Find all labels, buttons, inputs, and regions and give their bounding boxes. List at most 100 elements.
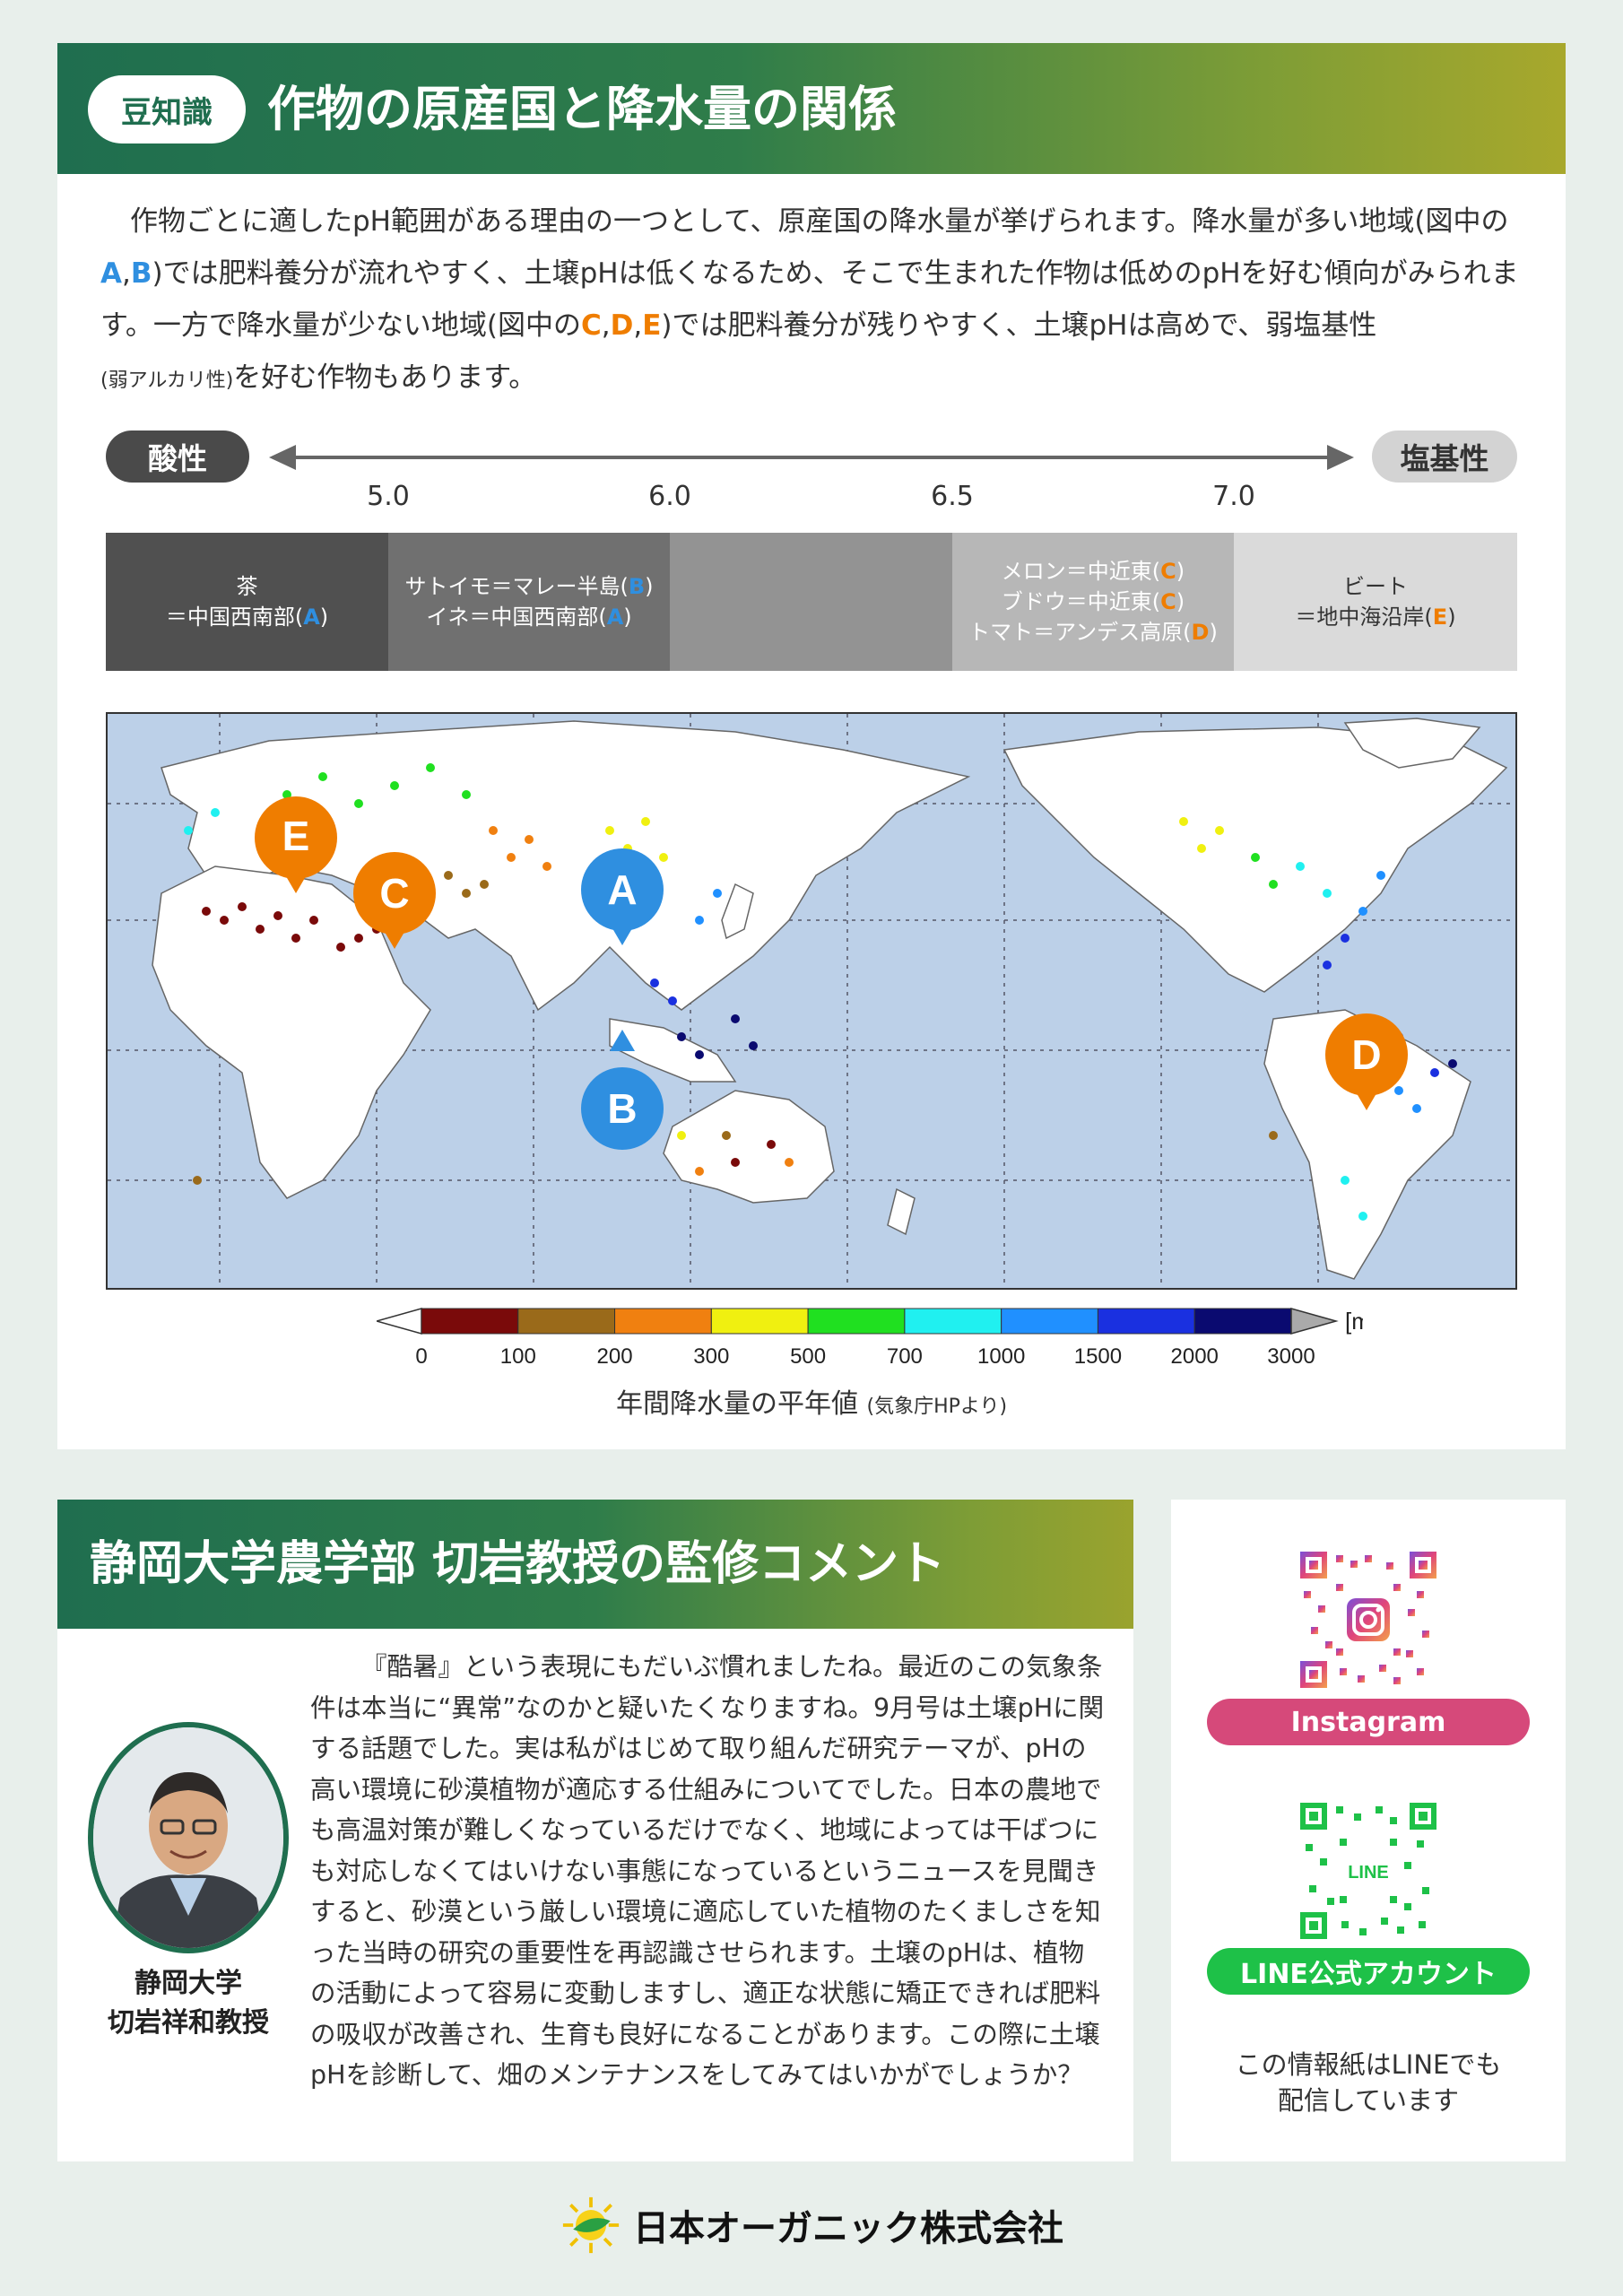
- pin-label: A: [607, 866, 637, 913]
- crop-text: トマト＝アンデス高原(: [968, 620, 1192, 645]
- crop-text: イネ＝中国西南部(: [426, 604, 607, 630]
- sun-leaf-icon: [562, 2196, 620, 2254]
- precipitation-world-map: E C A B D: [106, 712, 1517, 1290]
- crop-text: メロン＝中近東(: [1001, 559, 1161, 584]
- region-letter: B: [628, 574, 646, 599]
- legend-value-label: 2000: [1171, 1344, 1219, 1369]
- legend-swatch: [904, 1308, 1002, 1335]
- acid-label: 酸性: [106, 430, 249, 483]
- legend-value-label: 500: [790, 1344, 826, 1369]
- crop-origin-line: ＝地中海沿岸(E): [1295, 602, 1455, 632]
- crop-text-close: ): [1447, 604, 1456, 630]
- line-qr-code[interactable]: LINE: [1300, 1803, 1436, 1939]
- region-letter: E: [1432, 604, 1448, 630]
- section-title: 作物の原産国と降水量の関係: [267, 81, 897, 137]
- comment-title: 静岡大学農学部 切岩教授の監修コメント: [90, 1537, 946, 1591]
- ph-segment-text: メロン＝中近東(C) ブドウ＝中近東(C) トマト＝アンデス高原(D): [968, 556, 1218, 648]
- line-note-line2: 配信しています: [1277, 2085, 1460, 2116]
- pin-label: D: [1351, 1031, 1381, 1078]
- region-letter: C: [1160, 559, 1176, 584]
- instagram-button[interactable]: Instagram: [1207, 1699, 1530, 1745]
- precipitation-legend: 0 100 200 300 500 700 1000 1500 2000 3000 [mm]: [377, 1308, 1363, 1369]
- comment-paragraph: 『酷暑』という表現にもだいぶ慣れましたね。最近のこの気象条件は本当に“異常”なの…: [310, 1652, 1105, 2090]
- legend-swatch: [1001, 1308, 1098, 1335]
- line-button[interactable]: LINE公式アカウント: [1207, 1948, 1530, 1995]
- crop-text: ＝地中海沿岸(: [1295, 604, 1433, 630]
- crop-text-close: ): [1209, 620, 1218, 645]
- ph-segment: ビート ＝地中海沿岸(E): [1234, 533, 1517, 671]
- crop-origin-line: ＝中国西南部(A): [166, 602, 328, 632]
- crop-text-close: ): [1176, 589, 1185, 614]
- crop-origin-line: メロン＝中近東(C): [968, 556, 1218, 587]
- professor-full-name: 切岩祥和教授: [108, 2007, 269, 2039]
- legend-value-label: 3000: [1267, 1344, 1315, 1369]
- legend-swatch: [517, 1308, 616, 1335]
- legend-swatch: [807, 1308, 906, 1335]
- legend-swatch: [421, 1308, 519, 1335]
- line-icon-text: LINE: [1348, 1863, 1389, 1883]
- line-note: この情報紙はLINEでも 配信しています: [1171, 2047, 1566, 2118]
- region-letter: A: [303, 604, 320, 630]
- legend-values: 0 100 200 300 500 700 1000 1500 2000 3000: [415, 1344, 1315, 1369]
- legend-swatch: [710, 1308, 809, 1335]
- crop-origin-line: 茶: [166, 571, 328, 602]
- legend-swatch: [1097, 1308, 1195, 1335]
- legend-value-label: 200: [597, 1344, 633, 1369]
- crop-origin-line: サトイモ＝マレー半島(B): [404, 571, 653, 602]
- crop-text: 茶: [236, 574, 258, 599]
- ph-tick: 7.0: [1212, 481, 1255, 512]
- region-letter: A: [606, 604, 624, 630]
- ph-segment: 茶 ＝中国西南部(A): [106, 533, 388, 671]
- instagram-qr-code[interactable]: [1300, 1552, 1436, 1688]
- crop-text-close: ): [1176, 559, 1185, 584]
- crop-origin-line: トマト＝アンデス高原(D): [968, 617, 1218, 648]
- crop-text: ブドウ＝中近東(: [1001, 589, 1161, 614]
- professor-portrait: [88, 1722, 289, 1953]
- legend-value-label: 100: [500, 1344, 536, 1369]
- crop-text: サトイモ＝マレー半島(: [404, 574, 629, 599]
- legend-swatch: [1193, 1308, 1292, 1335]
- ph-tick: 6.0: [648, 481, 691, 512]
- ph-segment: サトイモ＝マレー半島(B) イネ＝中国西南部(A): [388, 533, 670, 671]
- legend-swatch: [614, 1308, 712, 1335]
- crop-text-close: ): [623, 604, 632, 630]
- pin-label: C: [379, 870, 409, 917]
- intro-text: 作物ごとに適したpH範囲がある理由の一つとして、原産国の降水量が挙げられます。降…: [100, 205, 1519, 394]
- crop-text-close: ): [319, 604, 329, 630]
- line-note-line1: この情報紙はLINEでも: [1235, 2049, 1502, 2080]
- crop-text: ＝中国西南部(: [165, 604, 304, 630]
- ph-segment-text: 茶 ＝中国西南部(A): [166, 571, 328, 632]
- portrait-illustration: [93, 1727, 283, 1948]
- ph-tick: 5.0: [367, 481, 410, 512]
- legend-value-label: 0: [415, 1344, 427, 1369]
- legend-unit: [mm]: [1345, 1308, 1363, 1335]
- base-label: 塩基性: [1372, 430, 1517, 483]
- ph-segment-text: サトイモ＝マレー半島(B) イネ＝中国西南部(A): [404, 571, 653, 632]
- comment-text: 『酷暑』という表現にもだいぶ慣れましたね。最近のこの気象条件は本当に“異常”なの…: [310, 1647, 1108, 2096]
- ph-tick: 6.5: [931, 481, 974, 512]
- company-name: 日本オーガニック株式会社: [633, 2208, 1063, 2249]
- legend-caption: 年間降水量の平年値 (気象庁HPより): [615, 1388, 1008, 1420]
- crop-origin-line: ブドウ＝中近東(C): [968, 587, 1218, 617]
- professor-name: 静岡大学 切岩祥和教授: [81, 1964, 296, 2043]
- legend-value-label: 300: [693, 1344, 729, 1369]
- legend-value-label: 1000: [977, 1344, 1025, 1369]
- crop-text: ビート: [1343, 574, 1408, 599]
- ph-segment: メロン＝中近東(C) ブドウ＝中近東(C) トマト＝アンデス高原(D): [952, 533, 1234, 671]
- crop-text-close: ): [645, 574, 654, 599]
- ph-segment: [670, 533, 952, 671]
- trivia-badge: 豆知識: [88, 75, 246, 144]
- ph-double-arrow: [269, 445, 1354, 470]
- region-letter: C: [1160, 589, 1176, 614]
- legend-value-label: 700: [887, 1344, 923, 1369]
- company-logo: 日本オーガニック株式会社: [561, 2194, 1063, 2257]
- pin-label: B: [607, 1085, 637, 1132]
- university-name: 静岡大学: [135, 1968, 242, 1999]
- ph-segment-text: ビート ＝地中海沿岸(E): [1295, 571, 1455, 632]
- map-svg: E C A B D: [108, 714, 1515, 1288]
- crop-origin-line: ビート: [1295, 571, 1455, 602]
- region-letter: D: [1191, 620, 1210, 645]
- legend-value-label: 1500: [1074, 1344, 1122, 1369]
- legend-color-bar: [421, 1308, 1292, 1335]
- crop-origin-line: イネ＝中国西南部(A): [404, 602, 653, 632]
